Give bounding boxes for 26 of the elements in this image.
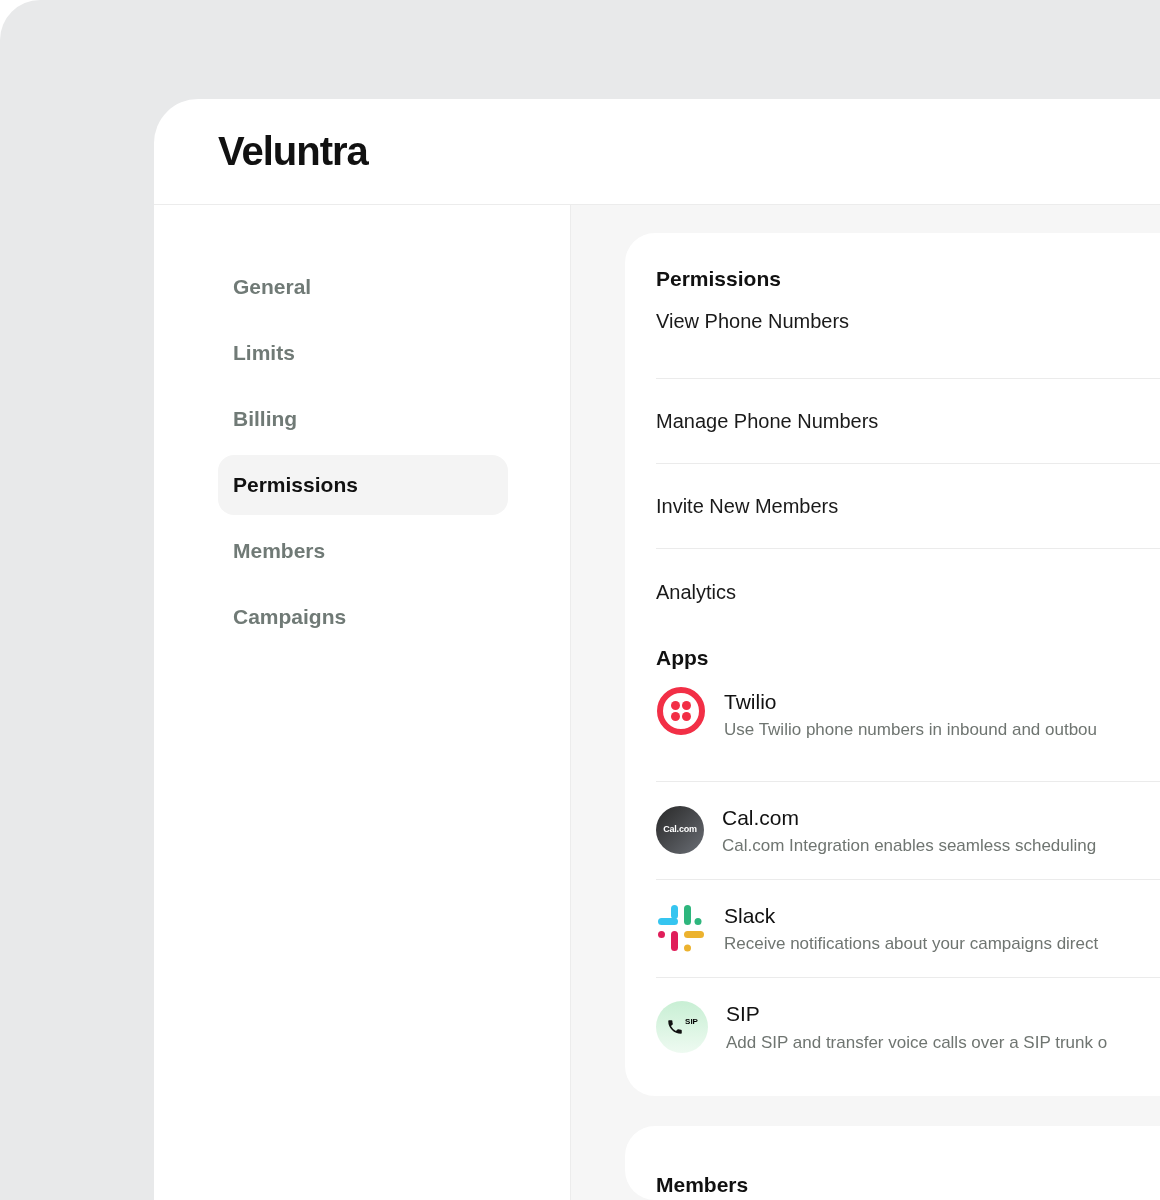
permission-label: Manage Phone Numbers [656, 409, 879, 434]
section-heading: Permissions [656, 265, 782, 292]
app-name: SIP [726, 1001, 761, 1027]
section-heading: Members [656, 1171, 750, 1198]
calcom-logo-icon: Cal.com [656, 806, 704, 854]
sidebar-item[interactable]: General [218, 256, 508, 317]
twilio-logo-icon [656, 685, 706, 736]
app-description: Receive notifications about your campaigns direct [724, 933, 1099, 955]
sip-phone-icon: SIP [656, 1000, 708, 1053]
sidebar-item[interactable]: Permissions [218, 454, 508, 515]
app-name: Cal.com [722, 804, 801, 831]
section-heading: Apps [656, 645, 710, 671]
app-name: Twilio [724, 688, 778, 715]
sidebar-item[interactable]: Limits [218, 322, 508, 383]
permission-label: View Phone Numbers [656, 309, 850, 334]
app-description: Cal.com Integration enables seamless scheduling [722, 835, 1097, 857]
app-description: Add SIP and transfer voice calls over a SIP trunk o [726, 1031, 1108, 1054]
sidebar-item[interactable]: Billing [218, 388, 508, 449]
permission-label: Analytics [656, 579, 737, 605]
sidebar-item[interactable]: Members [218, 520, 508, 581]
app-description: Use Twilio phone numbers in inbound and outbou [724, 719, 1097, 741]
app-name: Slack [724, 902, 777, 929]
permission-label: Invite New Members [656, 494, 839, 519]
slack-logo-icon [656, 903, 706, 953]
app-title: Veluntra [218, 128, 368, 176]
sidebar-item[interactable]: Campaigns [218, 586, 508, 647]
